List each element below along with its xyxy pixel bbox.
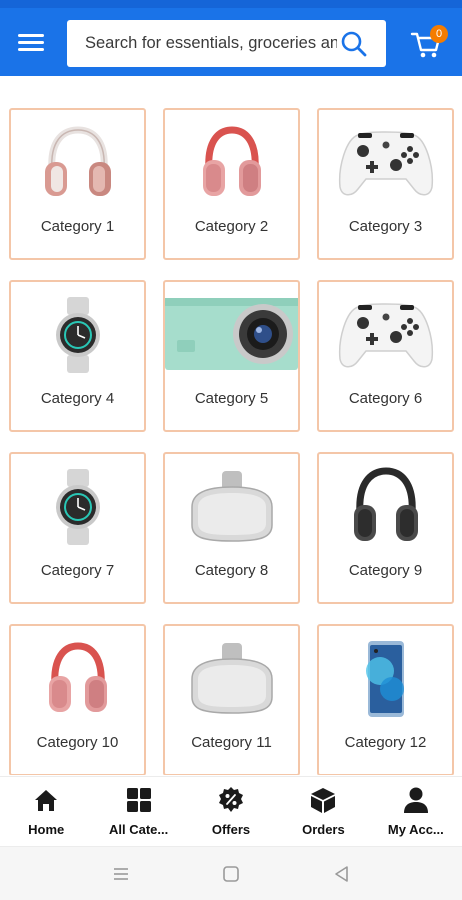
category-label: Category 8 — [194, 562, 269, 579]
category-card[interactable]: Category 2 — [163, 108, 300, 260]
search-input[interactable] — [67, 20, 337, 67]
category-label: Category 6 — [348, 390, 423, 407]
home-button-icon[interactable] — [221, 864, 241, 884]
category-card[interactable]: Category 9 — [317, 452, 454, 604]
menu-button[interactable] — [16, 30, 46, 56]
category-card[interactable]: Category 12 — [317, 624, 454, 775]
headphones-pink-icon — [11, 638, 144, 720]
offer-icon — [219, 787, 244, 812]
smartwatch-icon — [11, 466, 144, 548]
category-card[interactable]: Category 7 — [9, 452, 146, 604]
nav-home[interactable]: Home — [0, 777, 92, 846]
category-card[interactable]: Category 10 — [9, 624, 146, 775]
game-controller-icon — [319, 294, 452, 376]
category-label: Category 12 — [344, 734, 427, 751]
nav-my-account[interactable]: My Acc... — [370, 777, 462, 846]
nav-all-categories[interactable]: All Cate... — [92, 777, 184, 846]
nav-offers[interactable]: Offers — [185, 777, 277, 846]
headphones-rose-icon — [11, 122, 144, 204]
system-navigation-bar — [0, 846, 462, 900]
category-label: Category 10 — [36, 734, 119, 751]
nav-orders-label: Orders — [302, 822, 345, 837]
category-label: Category 9 — [348, 562, 423, 579]
category-label: Category 11 — [191, 734, 272, 751]
nav-all-categories-label: All Cate... — [108, 822, 169, 837]
camera-icon — [165, 296, 298, 372]
user-icon — [403, 787, 428, 813]
category-label: Category 2 — [194, 218, 269, 235]
category-card[interactable]: Category 4 — [9, 280, 146, 432]
smartphone-icon — [319, 638, 452, 720]
category-card[interactable]: Category 11 — [163, 624, 300, 775]
grid-icon — [126, 788, 151, 812]
category-label: Category 7 — [40, 562, 115, 579]
smartwatch-icon — [11, 294, 144, 376]
vr-headset-icon — [165, 638, 298, 720]
category-label: Category 4 — [40, 390, 115, 407]
category-grid: Category 1 Category 2 Category 3 Categor… — [9, 108, 455, 775]
bottom-navigation: Home All Cate... Offers Orders My Acc... — [0, 776, 462, 846]
recent-apps-icon[interactable] — [111, 864, 131, 884]
box-icon — [311, 788, 336, 813]
status-bar — [0, 0, 462, 8]
category-card[interactable]: Category 3 — [317, 108, 454, 260]
nav-home-label: Home — [28, 822, 65, 837]
search-icon[interactable] — [340, 30, 368, 58]
category-card[interactable]: Category 8 — [163, 452, 300, 604]
game-controller-icon — [319, 122, 452, 204]
category-card[interactable]: Category 6 — [317, 280, 454, 432]
headphones-black-icon — [319, 466, 452, 548]
category-card[interactable]: Category 1 — [9, 108, 146, 260]
home-icon — [35, 790, 58, 811]
nav-orders[interactable]: Orders — [277, 777, 369, 846]
nav-offers-label: Offers — [211, 822, 251, 837]
headphones-pink-icon — [165, 122, 298, 204]
cart-count-badge: 0 — [430, 25, 448, 43]
nav-my-account-label: My Acc... — [387, 822, 444, 837]
category-card[interactable]: Category 5 — [163, 280, 300, 432]
category-label: Category 5 — [194, 390, 269, 407]
app-header: 0 — [0, 8, 462, 76]
category-label: Category 1 — [40, 218, 115, 235]
vr-headset-icon — [165, 466, 298, 548]
back-icon[interactable] — [332, 864, 352, 884]
category-label: Category 3 — [348, 218, 423, 235]
search-bar[interactable] — [67, 20, 386, 67]
